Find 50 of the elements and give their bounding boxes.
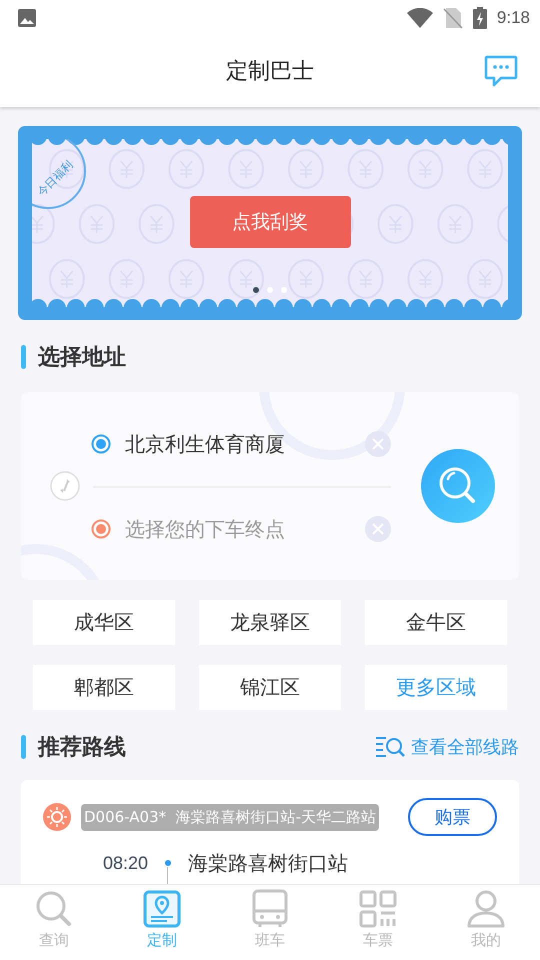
person-icon (466, 889, 506, 929)
nav-tab[interactable]: 我的 (432, 885, 540, 960)
district-button[interactable]: 金牛区 (365, 600, 507, 645)
pager-dot[interactable] (253, 287, 259, 293)
close-icon (371, 437, 385, 451)
district-button[interactable]: 锦江区 (199, 665, 341, 710)
scratch-button[interactable]: 点我刮奖 (190, 196, 350, 248)
no-sim-icon (442, 6, 463, 28)
close-icon (371, 522, 385, 536)
nav-tab[interactable]: 查询 (0, 885, 108, 960)
clear-button[interactable] (365, 516, 391, 542)
clear-button[interactable] (365, 431, 391, 457)
district-button[interactable]: 郫都区 (33, 665, 175, 710)
departure-time: 08:20 (102, 852, 148, 874)
route-tag: D006-A03* 海棠路喜树街口站-天华二路站 (81, 804, 380, 830)
buy-ticket-button[interactable]: 购票 (408, 798, 497, 836)
message-icon[interactable] (484, 55, 518, 87)
clock-time: 9:18 (496, 8, 530, 28)
stop-name: 海棠路喜树街口站 (188, 850, 348, 876)
battery-icon (472, 6, 487, 28)
section-title: 推荐路线 (38, 734, 127, 762)
swap-icon[interactable] (50, 471, 80, 501)
search-icon (34, 889, 74, 929)
nav-tab[interactable]: 车票 (324, 885, 432, 960)
pager-dot[interactable] (281, 287, 287, 293)
section-marker (21, 735, 26, 759)
district-button[interactable]: 成华区 (33, 600, 175, 645)
section-title: 选择地址 (38, 344, 127, 372)
grid-icon (358, 889, 398, 929)
start-point-icon (91, 434, 111, 454)
page-title: 定制巴士 (226, 58, 314, 86)
section-marker (21, 345, 26, 369)
route-card[interactable]: D006-A03* 海棠路喜树街口站-天华二路站 购票 08:20 海棠路喜树街口站 (21, 780, 519, 884)
end-point-icon (91, 519, 111, 539)
district-button[interactable]: 龙泉驿区 (199, 600, 341, 645)
more-areas-button[interactable]: 更多区域 (365, 665, 507, 710)
destination-field[interactable]: 选择您的下车终点 (125, 517, 351, 541)
stamp: 今日福利 (32, 139, 86, 209)
view-all-link[interactable]: 查看全部线路 (375, 735, 519, 759)
wifi-icon (406, 8, 433, 28)
list-search-icon (375, 735, 405, 759)
scratch-card-banner[interactable]: 今日福利 点我刮奖 (18, 126, 522, 320)
map-pin-card-icon (142, 889, 182, 929)
nav-tab[interactable]: 定制 (108, 885, 216, 960)
stop-dot (165, 860, 171, 866)
nav-tab[interactable]: 班车 (216, 885, 324, 960)
image-icon (17, 8, 37, 28)
start-field[interactable]: 北京利生体育商厦 (125, 432, 351, 456)
bus-icon (250, 889, 290, 929)
sun-icon (43, 803, 71, 831)
